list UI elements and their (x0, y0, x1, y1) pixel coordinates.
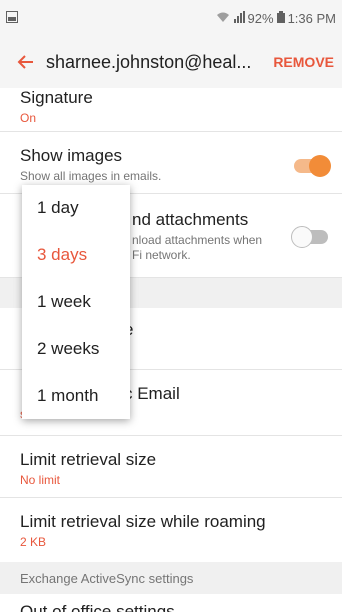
option-1-month[interactable]: 1 month (22, 372, 130, 419)
toggle-knob (291, 226, 313, 248)
limit-retrieval-title: Limit retrieval size (20, 450, 157, 469)
show-images-title: Show images (20, 146, 123, 165)
account-title: sharnee.johnston@heal... (46, 51, 252, 72)
limit-roaming-setting[interactable]: Limit retrieval size while roaming 2 KB (0, 498, 342, 562)
status-bar: 92% 1:36 PM (0, 0, 342, 36)
show-images-toggle[interactable] (294, 155, 331, 177)
signature-setting[interactable]: Signature On (0, 88, 342, 132)
auto-download-desc-2: Fi network. (132, 248, 191, 262)
sync-email-title: c Email (124, 384, 180, 403)
option-3-days[interactable]: 3 days (22, 232, 130, 279)
app-bar: sharnee.johnston@heal... REMOVE (0, 36, 342, 88)
auto-download-toggle[interactable] (291, 226, 328, 248)
wifi-icon (216, 11, 230, 26)
out-of-office-title: Out of office settings (20, 602, 175, 612)
limit-retrieval-value: No limit (20, 473, 61, 487)
option-2-weeks[interactable]: 2 weeks (22, 325, 130, 372)
gallery-notification-icon (6, 10, 18, 26)
remove-button[interactable]: REMOVE (273, 54, 334, 70)
exchange-section-header: Exchange ActiveSync settings (0, 562, 342, 594)
sync-period-popup: 1 day 3 days 1 week 2 weeks 1 month (22, 185, 130, 419)
clock: 1:36 PM (287, 10, 336, 26)
out-of-office-setting[interactable]: Out of office settings (0, 594, 342, 612)
option-1-day[interactable]: 1 day (22, 185, 130, 232)
battery-icon (276, 10, 285, 26)
signature-title: Signature (20, 88, 93, 107)
auto-download-title: nd attachments (132, 210, 249, 229)
signal-icon (233, 10, 245, 26)
limit-retrieval-setting[interactable]: Limit retrieval size No limit (0, 436, 342, 498)
signature-value: On (20, 111, 37, 125)
show-images-description: Show all images in emails. (20, 169, 162, 183)
toggle-knob (309, 155, 331, 177)
battery-percent: 92% (247, 10, 274, 26)
back-arrow-icon[interactable] (14, 50, 38, 74)
partial-setting-1-title: e (124, 320, 322, 340)
option-1-week[interactable]: 1 week (22, 279, 130, 326)
limit-roaming-value: 2 KB (20, 535, 47, 549)
limit-roaming-title: Limit retrieval size while roaming (20, 512, 266, 531)
